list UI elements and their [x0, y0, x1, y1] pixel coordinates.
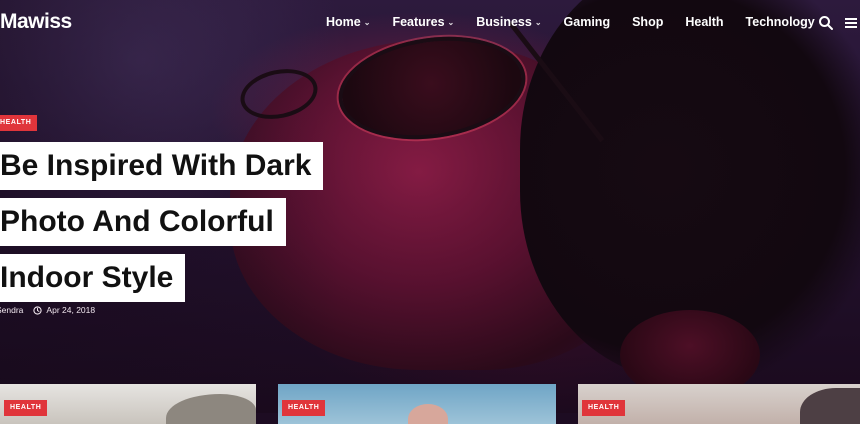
- menu-icon[interactable]: [843, 15, 859, 31]
- post-card[interactable]: HEALTH: [278, 384, 556, 424]
- post-card[interactable]: HEALTH: [578, 384, 860, 424]
- nav-item-home[interactable]: Home ⌄: [326, 15, 370, 29]
- nav-item-label: Gaming: [563, 15, 611, 29]
- hero-category-badge[interactable]: HEALTH: [0, 115, 38, 131]
- nav-item-label: Shop: [632, 15, 664, 29]
- chevron-down-icon: ⌄: [447, 17, 455, 27]
- nav-item-label: Health: [685, 15, 724, 29]
- nav-item-shop[interactable]: Shop: [632, 15, 663, 29]
- hero-meta: Sendra Apr 24, 2018: [0, 305, 95, 315]
- nav-item-label: Features: [392, 15, 445, 29]
- card-category-badge[interactable]: HEALTH: [4, 400, 48, 416]
- chevron-down-icon: ⌄: [363, 17, 371, 27]
- hero-title[interactable]: Be Inspired With Dark Photo And Colorful…: [0, 142, 324, 310]
- nav-item-label: Business: [476, 15, 532, 29]
- card-image-shape: [408, 404, 448, 424]
- search-icon[interactable]: [818, 15, 834, 31]
- hero-title-line[interactable]: Be Inspired With Dark: [0, 142, 324, 190]
- author-name[interactable]: Sendra: [0, 305, 23, 315]
- nav-item-label: Technology: [745, 15, 815, 29]
- card-image-shape: [800, 388, 860, 424]
- nav-item-label: Home: [326, 15, 361, 29]
- clock-icon: [33, 305, 43, 315]
- hero-title-line[interactable]: Photo And Colorful: [0, 198, 286, 246]
- nav-item-features[interactable]: Features ⌄: [392, 15, 454, 29]
- nav-item-business[interactable]: Business ⌄: [476, 15, 541, 29]
- nav-item-technology[interactable]: Technology: [746, 15, 815, 29]
- card-category-badge[interactable]: HEALTH: [582, 400, 626, 416]
- post-date: Apr 24, 2018: [46, 305, 96, 315]
- site-header: Mawiss Home ⌄ Features ⌄ Business ⌄ Gami…: [0, 0, 860, 46]
- card-category-badge[interactable]: HEALTH: [282, 400, 326, 416]
- hero-hair-shape: [520, 0, 860, 380]
- nav-item-gaming[interactable]: Gaming: [564, 15, 611, 29]
- main-nav: Home ⌄ Features ⌄ Business ⌄ Gaming Shop…: [326, 15, 815, 29]
- card-image-shape: [166, 394, 256, 424]
- site-logo[interactable]: Mawiss: [0, 10, 72, 34]
- nav-item-health[interactable]: Health: [685, 15, 723, 29]
- hero-title-line[interactable]: Indoor Style: [0, 254, 186, 302]
- header-icons: [818, 15, 860, 31]
- hero-glasses-left-lens: [235, 62, 323, 126]
- post-card[interactable]: HEALTH: [0, 384, 256, 424]
- chevron-down-icon: ⌄: [534, 17, 542, 27]
